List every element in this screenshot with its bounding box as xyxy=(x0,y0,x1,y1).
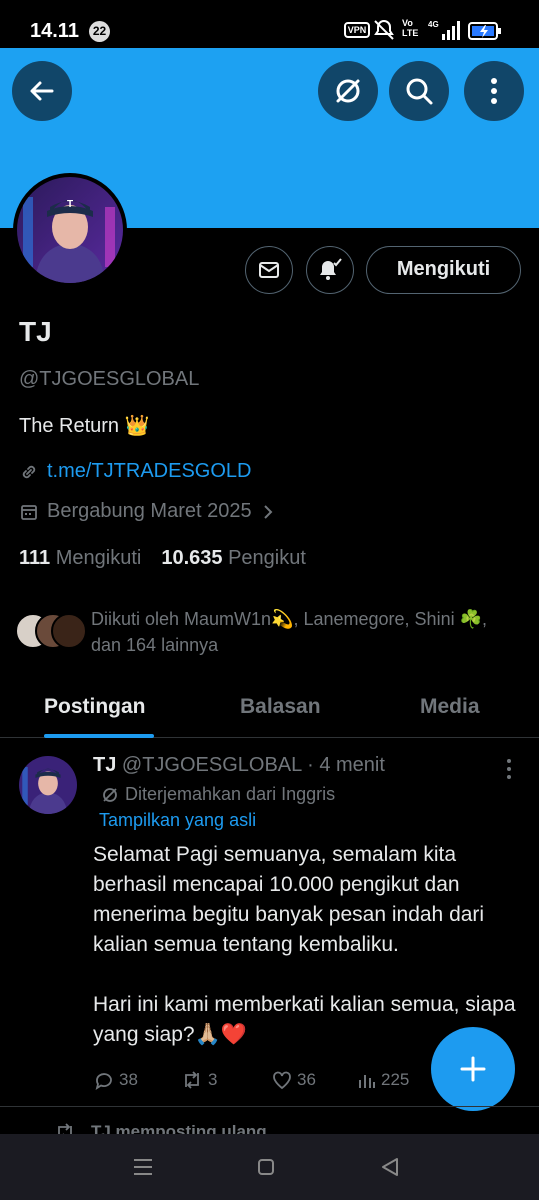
system-navigation-bar xyxy=(0,1134,539,1200)
repost-count: 3 xyxy=(208,1070,218,1089)
post-author-handle: @TJGOESGLOBAL xyxy=(121,754,302,776)
reply-count: 38 xyxy=(119,1070,138,1089)
translate-button[interactable] xyxy=(318,61,378,121)
notifications-button[interactable] xyxy=(306,246,354,294)
post-divider xyxy=(0,1106,539,1107)
battery-charging-icon xyxy=(468,22,501,40)
status-bar: 14.11 22 VPN Vo LTE 4G xyxy=(0,0,539,48)
status-time: 14.11 xyxy=(30,20,79,42)
heart-icon xyxy=(273,1071,291,1090)
envelope-icon xyxy=(259,262,279,278)
profile-bio: The Return 👑 xyxy=(19,415,150,437)
post-time: 4 menit xyxy=(319,754,385,776)
tab-posts[interactable]: Postingan xyxy=(44,695,146,719)
reply-icon xyxy=(95,1073,112,1090)
followers-count: 10.635 xyxy=(161,547,223,569)
views-button[interactable]: 225 xyxy=(357,1068,409,1092)
recent-apps-icon[interactable] xyxy=(128,1152,158,1182)
joined-date-row[interactable]: Bergabung Maret 2025 xyxy=(19,500,282,523)
search-icon xyxy=(406,78,433,105)
repost-button[interactable]: 3 xyxy=(180,1068,217,1092)
profile-link-row[interactable]: t.me/TJTRADESGOLD xyxy=(19,460,251,483)
vpn-icon: VPN xyxy=(344,22,370,38)
tab-media[interactable]: Media xyxy=(420,695,480,719)
compose-post-button[interactable] xyxy=(431,1027,515,1111)
post-text: Selamat Pagi semuanya, semalam kita berh… xyxy=(93,843,516,1046)
reply-button[interactable]: 38 xyxy=(93,1068,138,1092)
translate-icon xyxy=(336,79,360,103)
calendar-icon xyxy=(21,504,37,520)
notification-count-badge: 22 xyxy=(89,21,110,42)
signal-icon: 4G xyxy=(428,20,460,40)
mute-bell-icon xyxy=(374,19,394,40)
message-button[interactable] xyxy=(245,246,293,294)
show-original-link[interactable]: Tampilkan yang asli xyxy=(99,810,256,831)
profile-handle: @TJGOESGLOBAL xyxy=(19,368,200,390)
repost-icon xyxy=(185,1071,199,1089)
joined-date: Bergabung Maret 2025 xyxy=(47,500,252,522)
following-label: Mengikuti xyxy=(55,547,142,569)
post-more-icon[interactable] xyxy=(498,756,520,782)
back-triangle-icon[interactable] xyxy=(375,1152,405,1182)
followers-label: Pengikut xyxy=(228,547,306,569)
avatar-image xyxy=(19,756,77,814)
views-count: 225 xyxy=(381,1070,410,1089)
network-label: 4G xyxy=(428,20,439,29)
following-count: 111 xyxy=(19,547,51,569)
plus-icon xyxy=(460,1056,486,1082)
follower-avatar xyxy=(51,613,87,649)
back-arrow-icon xyxy=(30,81,54,101)
profile-link[interactable]: t.me/TJTRADESGOLD xyxy=(47,460,251,483)
bell-check-icon xyxy=(320,258,342,280)
avatar-image: T xyxy=(17,177,123,283)
tab-replies[interactable]: Balasan xyxy=(240,695,321,719)
profile-name: TJ xyxy=(19,316,52,347)
svg-text:T: T xyxy=(67,199,73,210)
more-options-button[interactable] xyxy=(464,61,524,121)
like-button[interactable]: 36 xyxy=(271,1068,316,1092)
profile-avatar[interactable]: T xyxy=(13,173,127,287)
post-header: TJ @TJGOESGLOBAL · 4 menit xyxy=(93,754,385,777)
translated-label: Diterjemahkan dari Inggris xyxy=(125,784,336,804)
followers-stat[interactable]: 10.635 Pengikut xyxy=(161,547,306,569)
link-icon xyxy=(22,465,36,478)
translate-icon xyxy=(103,787,117,802)
profile-tabs: Postingan Balasan Media xyxy=(0,680,539,738)
followed-by-avatars[interactable] xyxy=(15,613,87,651)
follow-counts: 111 Mengikuti 10.635 Pengikut xyxy=(19,547,306,570)
translated-label-row: Diterjemahkan dari Inggris xyxy=(101,784,335,805)
like-count: 36 xyxy=(297,1070,316,1089)
post-author-name[interactable]: TJ xyxy=(93,754,116,776)
following-stat[interactable]: 111 Mengikuti xyxy=(19,547,141,569)
followed-by-text[interactable]: Diikuti oleh MaumW1n💫, Lanemegore, Shini… xyxy=(91,606,511,658)
following-button[interactable]: Mengikuti xyxy=(366,246,521,294)
chevron-right-icon xyxy=(263,504,273,519)
views-chart-icon xyxy=(359,1075,375,1088)
post-separator: · xyxy=(307,754,314,776)
volte-icon: Vo LTE xyxy=(402,18,419,38)
search-button[interactable] xyxy=(389,61,449,121)
active-tab-indicator xyxy=(44,734,154,738)
back-button[interactable] xyxy=(12,61,72,121)
more-vertical-icon xyxy=(491,78,497,104)
post-author-avatar[interactable] xyxy=(19,756,77,814)
home-icon[interactable] xyxy=(251,1152,281,1182)
